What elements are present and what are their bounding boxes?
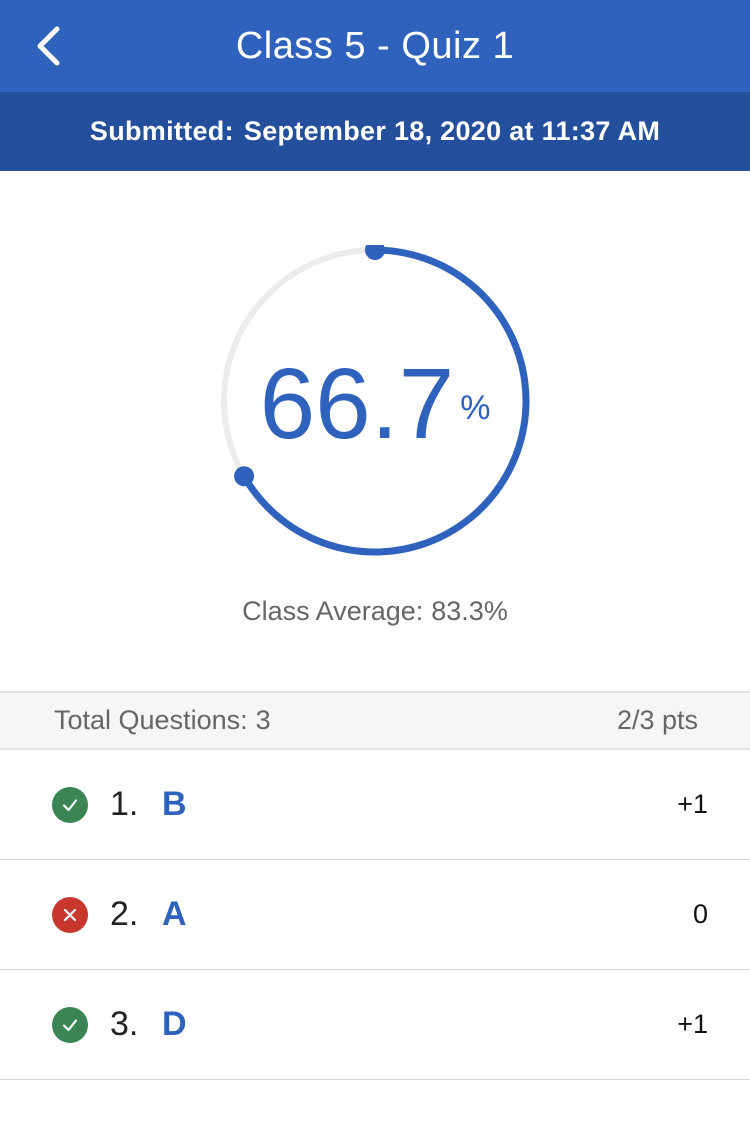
page-title: Class 5 - Quiz 1	[235, 24, 515, 67]
app-header: Class 5 - Quiz 1	[0, 0, 750, 92]
question-points: 0	[692, 899, 708, 929]
question-number: 3.	[110, 1005, 139, 1043]
back-button[interactable]	[28, 22, 68, 70]
question-list: 1. B +1 2. A 0 3. D +1	[0, 750, 750, 1080]
submitted-date: September 18, 2020 at 11:37 AM	[243, 116, 661, 146]
class-average: Class Average: 83.3%	[0, 596, 750, 627]
questions-summary-bar: Total Questions: 3 2/3 pts	[0, 691, 750, 750]
chevron-left-icon	[37, 26, 60, 66]
check-circle-icon	[52, 786, 88, 823]
class-average-value: 83.3%	[431, 596, 508, 626]
question-points: +1	[677, 1009, 708, 1039]
question-number: 2.	[110, 895, 139, 933]
score-value: 66.7%	[0, 354, 750, 454]
submitted-label: Submitted:	[89, 116, 234, 146]
total-questions-label: Total Questions:	[54, 705, 248, 735]
score-section: 66.7% Class Average: 83.3%	[0, 171, 750, 691]
total-points: 2/3 pts	[616, 705, 698, 735]
question-answer: A	[162, 895, 187, 933]
score-unit: %	[460, 389, 491, 427]
question-points: +1	[677, 789, 708, 819]
question-number: 1.	[110, 785, 139, 823]
total-questions-value: 3	[255, 705, 271, 735]
question-answer: D	[162, 1005, 187, 1043]
gauge-start-dot	[365, 245, 385, 260]
class-average-label: Class Average:	[242, 596, 424, 626]
score-number: 66.7	[259, 348, 455, 460]
submission-banner: Submitted: September 18, 2020 at 11:37 A…	[0, 92, 750, 171]
question-row[interactable]: 1. B +1	[0, 750, 750, 860]
check-circle-icon	[52, 1006, 88, 1043]
question-answer: B	[162, 785, 187, 823]
question-row[interactable]: 2. A 0	[0, 860, 750, 970]
total-questions: Total Questions: 3	[54, 705, 271, 736]
x-circle-icon	[52, 896, 88, 933]
question-row[interactable]: 3. D +1	[0, 970, 750, 1080]
gauge-end-dot	[234, 466, 255, 487]
